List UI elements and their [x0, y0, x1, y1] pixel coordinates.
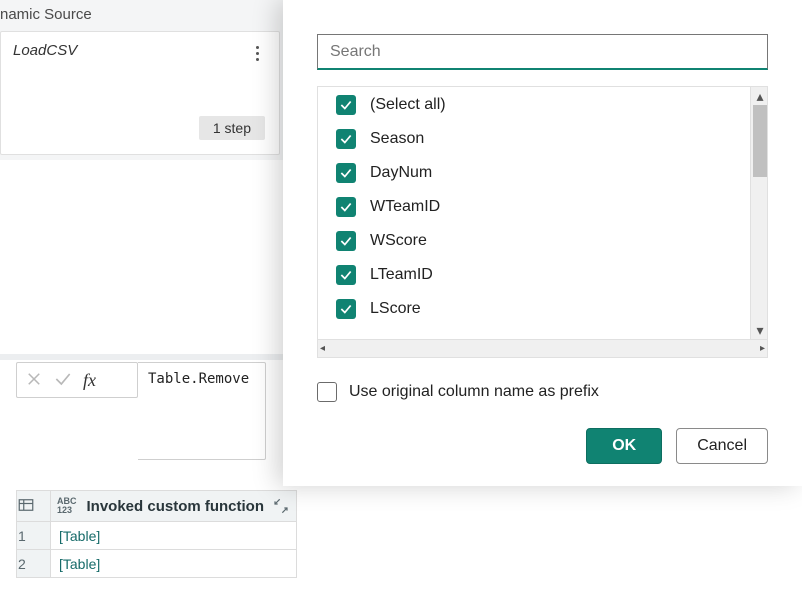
scroll-up-icon[interactable]: ▴ — [751, 87, 769, 105]
data-preview-grid: ABC123 Invoked custom function — [16, 490, 297, 578]
divider — [0, 354, 285, 360]
checkbox-checked-icon[interactable] — [336, 299, 356, 319]
list-item[interactable]: (Select all) — [336, 95, 750, 115]
prefix-label: Use original column name as prefix — [349, 383, 599, 401]
table-row[interactable]: 2 [Table] — [17, 550, 297, 578]
list-item[interactable]: WScore — [336, 231, 750, 251]
formula-input[interactable]: Table.Remove — [138, 362, 266, 460]
row-number: 2 — [17, 550, 51, 578]
scroll-down-icon[interactable]: ▾ — [751, 321, 769, 339]
list-item[interactable]: DayNum — [336, 163, 750, 183]
horizontal-scrollbar[interactable]: ◂ ▸ — [317, 340, 768, 358]
query-title: LoadCSV — [13, 42, 77, 59]
table-row[interactable]: 1 [Table] — [17, 522, 297, 550]
item-label: WScore — [370, 232, 427, 250]
list-item[interactable]: WTeamID — [336, 197, 750, 217]
checkbox-checked-icon[interactable] — [336, 129, 356, 149]
row-number: 1 — [17, 522, 51, 550]
expand-icon[interactable] — [272, 497, 290, 515]
item-label: (Select all) — [370, 96, 446, 114]
kebab-menu-icon[interactable] — [247, 40, 267, 66]
list-item[interactable]: LTeamID — [336, 265, 750, 285]
fx-icon[interactable]: fx — [83, 370, 96, 391]
scroll-right-icon[interactable]: ▸ — [760, 343, 765, 354]
table-icon-header[interactable] — [17, 491, 51, 522]
item-label: LScore — [370, 300, 421, 318]
item-label: WTeamID — [370, 198, 440, 216]
checkbox-checked-icon[interactable] — [336, 197, 356, 217]
type-icon: ABC123 — [57, 497, 77, 515]
column-name: Invoked custom function — [83, 498, 265, 515]
formula-bar-controls: fx — [16, 362, 138, 398]
checkbox-checked-icon[interactable] — [336, 163, 356, 183]
column-selection-dialog: Search (Select all) Season — [283, 0, 802, 486]
vertical-scrollbar[interactable]: ▴ ▾ — [750, 86, 768, 340]
cancel-icon[interactable] — [25, 370, 43, 391]
item-label: DayNum — [370, 164, 432, 182]
list-item[interactable]: LScore — [336, 299, 750, 319]
item-label: LTeamID — [370, 266, 433, 284]
confirm-icon[interactable] — [53, 369, 73, 392]
scroll-left-icon[interactable]: ◂ — [320, 343, 325, 354]
column-list: (Select all) Season DayNum — [317, 86, 750, 340]
checkbox-checked-icon[interactable] — [336, 265, 356, 285]
cell-value[interactable]: [Table] — [51, 522, 297, 550]
column-header[interactable]: ABC123 Invoked custom function — [51, 491, 297, 522]
scroll-thumb[interactable] — [753, 105, 767, 177]
ok-button[interactable]: OK — [586, 428, 662, 464]
query-card: LoadCSV 1 step — [0, 31, 280, 155]
checkbox-checked-icon[interactable] — [336, 231, 356, 251]
item-label: Season — [370, 130, 424, 148]
breadcrumb[interactable]: namic Source — [0, 6, 92, 23]
step-count-pill[interactable]: 1 step — [199, 116, 265, 140]
cell-value[interactable]: [Table] — [51, 550, 297, 578]
checkbox-checked-icon[interactable] — [336, 95, 356, 115]
list-item[interactable]: Season — [336, 129, 750, 149]
prefix-checkbox[interactable] — [317, 382, 337, 402]
cancel-button[interactable]: Cancel — [676, 428, 768, 464]
search-input[interactable]: Search — [317, 34, 768, 70]
